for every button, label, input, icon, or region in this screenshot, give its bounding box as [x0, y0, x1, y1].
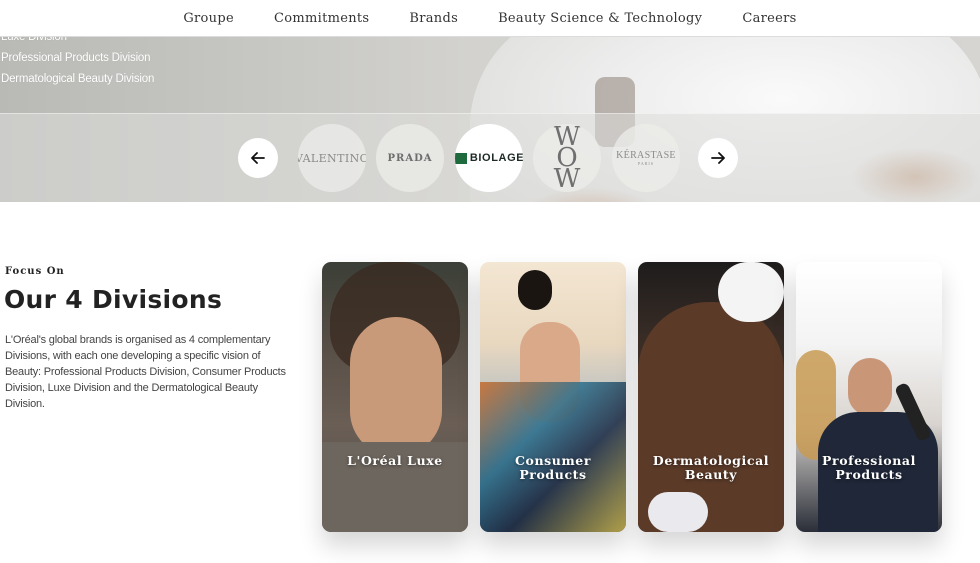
wow-logo-text: W O W [553, 124, 581, 192]
kerastase-logo-sub: PARIS [638, 161, 654, 166]
division-card-label-line1: Professional [822, 453, 916, 468]
link-professional-products-division[interactable]: Professional Products Division [1, 48, 154, 69]
card-image-face [350, 317, 442, 457]
division-card-loreal-luxe[interactable]: L'Oréal Luxe [322, 262, 468, 532]
nav-careers[interactable]: Careers [742, 11, 796, 26]
arrow-left-icon [251, 152, 265, 164]
division-card-consumer-products[interactable]: Consumer Products [480, 262, 626, 532]
biolage-logo: BIOLAGE [455, 152, 523, 164]
section-kicker: Focus On [5, 266, 65, 277]
prada-logo-text: PRADA [387, 152, 433, 164]
card-image-glove-lower [648, 492, 708, 532]
top-navigation: Groupe Commitments Brands Beauty Science… [0, 0, 980, 37]
biolage-logo-text: BIOLAGE [469, 152, 523, 164]
brand-logo-valentino[interactable]: VALENTINO [298, 124, 366, 192]
valentino-logo-text: VALENTINO [298, 151, 366, 165]
brand-logo-wow[interactable]: W O W [533, 124, 601, 192]
brand-logo-biolage[interactable]: BIOLAGE [455, 124, 523, 192]
link-dermatological-beauty-division[interactable]: Dermatological Beauty Division [1, 69, 154, 90]
division-links: Luxe Division Professional Products Divi… [1, 37, 154, 90]
division-card-dermatological-beauty[interactable]: Dermatological Beauty [638, 262, 784, 532]
division-card-label: L'Oréal Luxe [322, 454, 468, 468]
division-card-label: Dermatological Beauty [638, 454, 784, 482]
card-image-glove [718, 262, 784, 322]
nav-brands[interactable]: Brands [409, 11, 458, 26]
division-card-label-line1: Consumer [514, 453, 592, 468]
link-luxe-division[interactable]: Luxe Division [1, 37, 154, 48]
nav-groupe[interactable]: Groupe [183, 11, 234, 26]
card-image-head [518, 270, 552, 310]
kerastase-logo: KÉRASTASE PARIS [616, 150, 676, 166]
division-card-label: Consumer Products [480, 454, 626, 482]
kerastase-logo-text: KÉRASTASE [616, 150, 676, 161]
division-card-professional-products[interactable]: Professional Products [796, 262, 942, 532]
wow-letter-3: W [553, 163, 581, 192]
carousel-next-button[interactable] [698, 138, 738, 178]
arrow-right-icon [711, 152, 725, 164]
division-card-label-line2: Beauty [684, 467, 738, 482]
card-image-face [848, 358, 892, 416]
brand-logo-kerastase[interactable]: KÉRASTASE PARIS [612, 124, 680, 192]
biolage-leaf-icon [455, 152, 467, 164]
nav-beauty-science-technology[interactable]: Beauty Science & Technology [498, 11, 702, 26]
division-card-label-line2: Products [519, 467, 587, 482]
section-title: Our 4 Divisions [4, 285, 223, 314]
nav-commitments[interactable]: Commitments [274, 11, 369, 26]
division-card-label: Professional Products [796, 454, 942, 482]
brand-logo-prada[interactable]: PRADA [376, 124, 444, 192]
division-card-label-line1: Dermatological [652, 453, 770, 468]
division-card-label-line2: Products [835, 467, 903, 482]
carousel-prev-button[interactable] [238, 138, 278, 178]
division-card-label-line1: L'Oréal Luxe [347, 453, 443, 468]
section-description: L'Oréal's global brands is organised as … [5, 334, 286, 410]
